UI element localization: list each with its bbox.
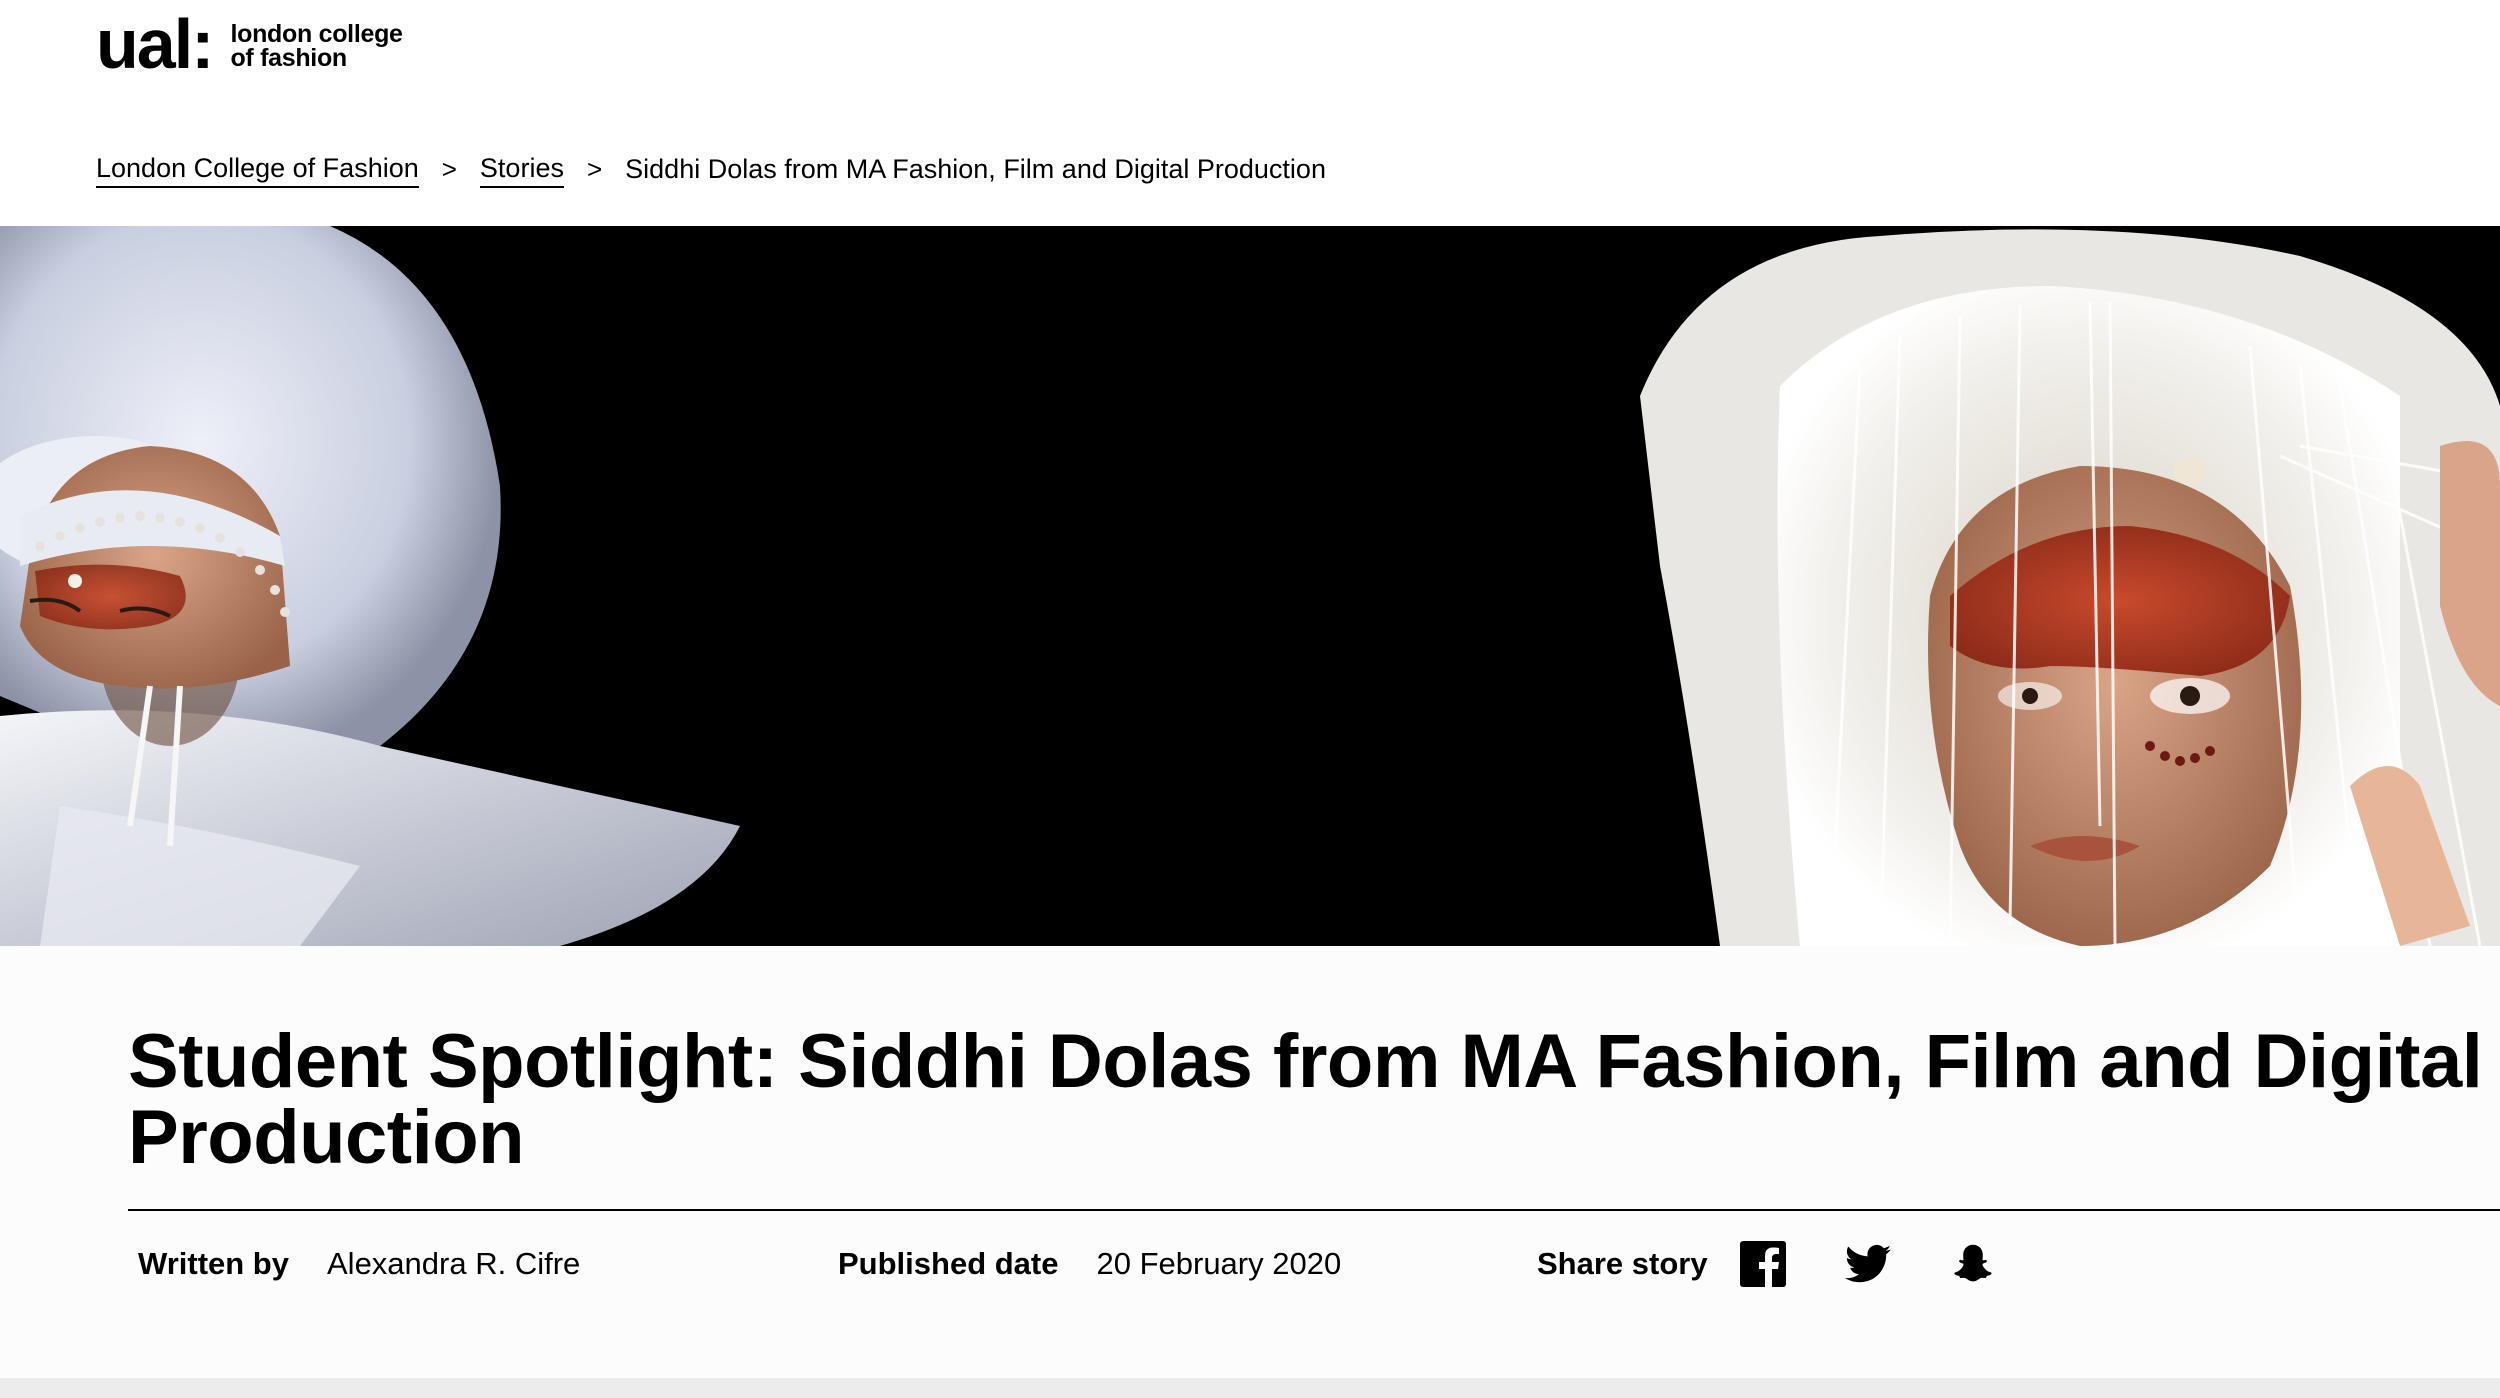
hero-left-figure xyxy=(0,226,740,946)
meta-published-date: Published date 20 February 2020 xyxy=(838,1239,1341,1289)
share-icons xyxy=(1738,1239,1998,1289)
meta-written-by: Written by Alexandra R. Cifre xyxy=(138,1239,580,1289)
share-story-label: Share story xyxy=(1537,1246,1708,1281)
facebook-icon[interactable] xyxy=(1738,1239,1788,1289)
logo-line-2: of fashion xyxy=(230,44,347,72)
ual-logo[interactable]: ual: london college of fashion xyxy=(96,5,403,83)
published-date-value: 20 February 2020 xyxy=(1096,1246,1342,1281)
logo-mark: ual: xyxy=(96,5,214,83)
logo-line-1: london college xyxy=(230,20,403,48)
hero-right-figure xyxy=(1640,229,2500,946)
breadcrumb: London College of Fashion > Stories > Si… xyxy=(96,150,1326,188)
breadcrumb-current: Siddhi Dolas from MA Fashion, Film and D… xyxy=(625,154,1326,184)
site-header: ual: london college of fashion London Co… xyxy=(0,0,2500,226)
author-name: Alexandra R. Cifre xyxy=(327,1246,581,1281)
twitter-icon[interactable] xyxy=(1843,1239,1893,1289)
hero-photo-illustration xyxy=(0,226,2500,946)
breadcrumb-link-college[interactable]: London College of Fashion xyxy=(96,150,419,188)
written-by-label: Written by xyxy=(138,1246,289,1281)
snapchat-icon[interactable] xyxy=(1948,1239,1998,1289)
title-divider xyxy=(128,1209,2500,1211)
logo-text: london college of fashion xyxy=(230,20,403,72)
article-header: Student Spotlight: Siddhi Dolas from MA … xyxy=(0,946,2500,1378)
meta-share-story: Share story xyxy=(1537,1239,1998,1289)
footer-edge xyxy=(0,1378,2500,1398)
breadcrumb-separator: > xyxy=(441,154,457,184)
article-title: Student Spotlight: Siddhi Dolas from MA … xyxy=(128,1019,2483,1180)
hero-image xyxy=(0,226,2500,946)
breadcrumb-separator: > xyxy=(586,154,603,184)
page: ual: london college of fashion London Co… xyxy=(0,0,2500,1398)
breadcrumb-link-stories[interactable]: Stories xyxy=(479,150,564,188)
published-date-label: Published date xyxy=(838,1246,1059,1281)
